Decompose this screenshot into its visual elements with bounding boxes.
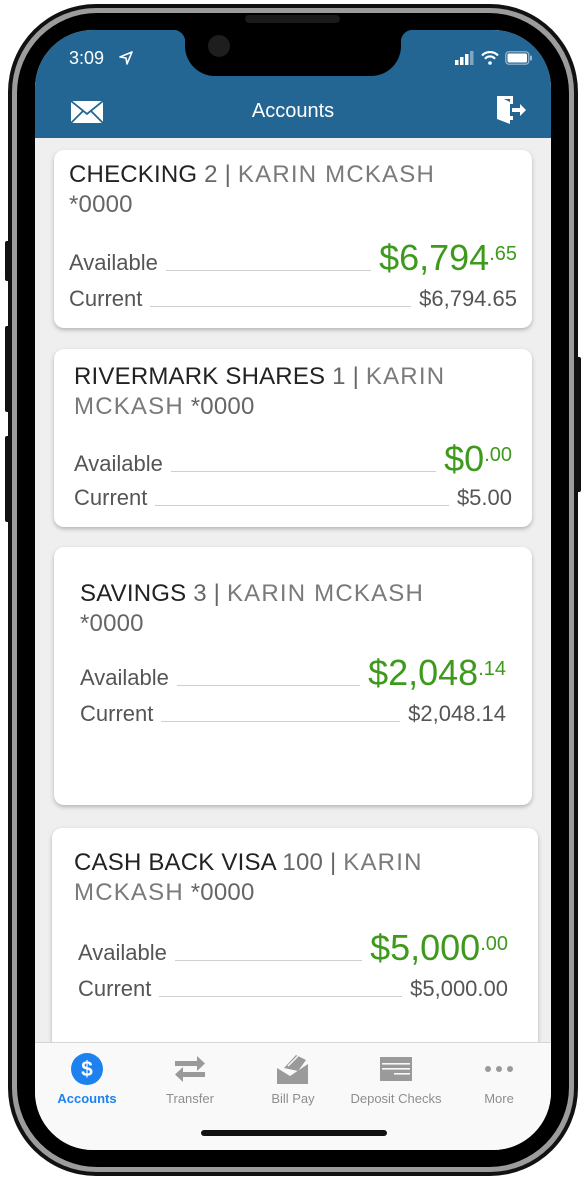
- account-card-checking[interactable]: CHECKING 2 | KARIN MCKASH *0000 Availabl…: [54, 150, 532, 328]
- current-row: Current $5.00: [74, 485, 512, 511]
- account-masked-number: *0000: [69, 191, 133, 218]
- leader-line: [174, 960, 363, 961]
- svg-text:$: $: [81, 1058, 93, 1081]
- title-separator: |: [213, 580, 221, 607]
- page-title: Accounts: [251, 100, 335, 122]
- current-label: Current: [74, 485, 148, 510]
- leader-line: [161, 721, 401, 722]
- account-card-rivermark-shares[interactable]: RIVERMARK SHARES 1 | KARIN MCKASH *0000 …: [54, 349, 532, 527]
- wifi-icon: [481, 51, 499, 65]
- account-number: 3: [193, 580, 207, 607]
- available-row: Available $2,048.14: [80, 655, 506, 691]
- location-arrow-icon: [119, 51, 133, 65]
- available-cents: .14: [478, 658, 506, 680]
- dollar-circle-icon: $: [71, 1053, 103, 1085]
- current-row: Current $2,048.14: [80, 701, 506, 727]
- current-amount: $5.00: [456, 485, 512, 510]
- title-separator: |: [352, 363, 360, 390]
- account-owner: KARIN MCKASH: [237, 161, 436, 188]
- account-title: RIVERMARK SHARES 1 | KARIN MCKASH *0000: [74, 362, 474, 422]
- status-time: 3:09: [69, 48, 105, 68]
- bill-pay-icon: [277, 1055, 308, 1084]
- front-camera: [208, 35, 230, 57]
- logout-icon[interactable]: [495, 94, 527, 124]
- account-owner: KARIN MCKASH: [226, 580, 425, 607]
- available-cents: .00: [480, 933, 508, 955]
- available-row: Available $5,000.00: [78, 930, 508, 966]
- available-amount: $2,048.14: [368, 655, 506, 691]
- current-label: Current: [80, 701, 154, 726]
- leader-line: [170, 471, 437, 472]
- signal-icon: [455, 51, 474, 65]
- available-cents: .65: [489, 243, 517, 265]
- account-masked-number: *0000: [190, 879, 255, 906]
- current-row: Current $6,794.65: [69, 286, 517, 312]
- available-label: Available: [80, 665, 169, 690]
- accounts-list: CHECKING 2 | KARIN MCKASH *0000 Availabl…: [35, 138, 551, 1042]
- account-title: SAVINGS 3 | KARIN MCKASH *0000: [80, 579, 480, 639]
- available-label: Available: [78, 940, 167, 965]
- tab-label: More: [484, 1091, 514, 1106]
- available-amount: $6,794.65: [379, 240, 517, 276]
- tab-label: Deposit Checks: [350, 1091, 442, 1106]
- current-amount: $6,794.65: [419, 286, 517, 311]
- transfer-arrows-icon: [175, 1056, 205, 1082]
- check-icon: [380, 1057, 412, 1081]
- tab-bill-pay[interactable]: Bill Pay: [241, 1051, 345, 1106]
- account-masked-number: *0000: [190, 393, 255, 420]
- account-title: CHECKING 2 | KARIN MCKASH *0000: [69, 160, 489, 220]
- tab-label: Accounts: [57, 1091, 117, 1106]
- leader-line: [165, 270, 372, 271]
- home-indicator[interactable]: [201, 1130, 387, 1136]
- account-card-savings[interactable]: SAVINGS 3 | KARIN MCKASH *0000 Available…: [54, 547, 532, 805]
- title-separator: |: [329, 849, 337, 876]
- available-dollars: $2,048: [368, 652, 479, 693]
- tab-accounts[interactable]: $ Accounts: [35, 1051, 139, 1106]
- tab-deposit-checks[interactable]: Deposit Checks: [344, 1051, 448, 1106]
- account-number: 1: [332, 363, 346, 390]
- earpiece-speaker: [245, 15, 340, 23]
- account-name: CASH BACK VISA: [74, 849, 276, 876]
- available-dollars: $0: [444, 438, 485, 479]
- available-dollars: $5,000: [370, 927, 481, 968]
- available-row: Available $0.00: [74, 441, 512, 477]
- title-separator: |: [224, 161, 232, 188]
- leader-line: [150, 306, 412, 307]
- tab-transfer[interactable]: Transfer: [138, 1051, 242, 1106]
- account-title: CASH BACK VISA 100 | KARIN MCKASH *0000: [74, 848, 474, 908]
- current-label: Current: [78, 976, 152, 1001]
- leader-line: [176, 685, 361, 686]
- available-row: Available $6,794.65: [69, 240, 517, 276]
- available-cents: .00: [484, 444, 512, 466]
- current-amount: $5,000.00: [410, 976, 508, 1001]
- account-masked-number: *0000: [80, 610, 144, 637]
- current-row: Current $5,000.00: [78, 976, 508, 1002]
- status-icons: [455, 51, 533, 65]
- account-number: 100: [282, 849, 324, 876]
- available-amount: $5,000.00: [370, 930, 508, 966]
- phone-screen: 3:09 Accounts CHECKING 2 | KARIN MCKASH …: [35, 30, 551, 1150]
- tab-more[interactable]: More: [447, 1051, 551, 1106]
- battery-icon: [505, 51, 532, 65]
- leader-line: [155, 505, 449, 506]
- account-card-cash-back-visa[interactable]: CASH BACK VISA 100 | KARIN MCKASH *0000 …: [52, 828, 538, 1042]
- available-label: Available: [74, 451, 163, 476]
- current-amount: $2,048.14: [408, 701, 506, 726]
- more-dots-icon: [485, 1066, 513, 1072]
- account-name: SAVINGS: [80, 580, 187, 607]
- tab-label: Transfer: [166, 1091, 214, 1106]
- available-label: Available: [69, 250, 158, 275]
- leader-line: [159, 996, 403, 997]
- current-label: Current: [69, 286, 143, 311]
- available-dollars: $6,794: [379, 237, 490, 278]
- available-amount: $0.00: [444, 441, 512, 477]
- account-name: CHECKING: [69, 161, 198, 188]
- account-name: RIVERMARK SHARES: [74, 363, 326, 390]
- account-number: 2: [204, 161, 218, 188]
- tab-label: Bill Pay: [271, 1091, 315, 1106]
